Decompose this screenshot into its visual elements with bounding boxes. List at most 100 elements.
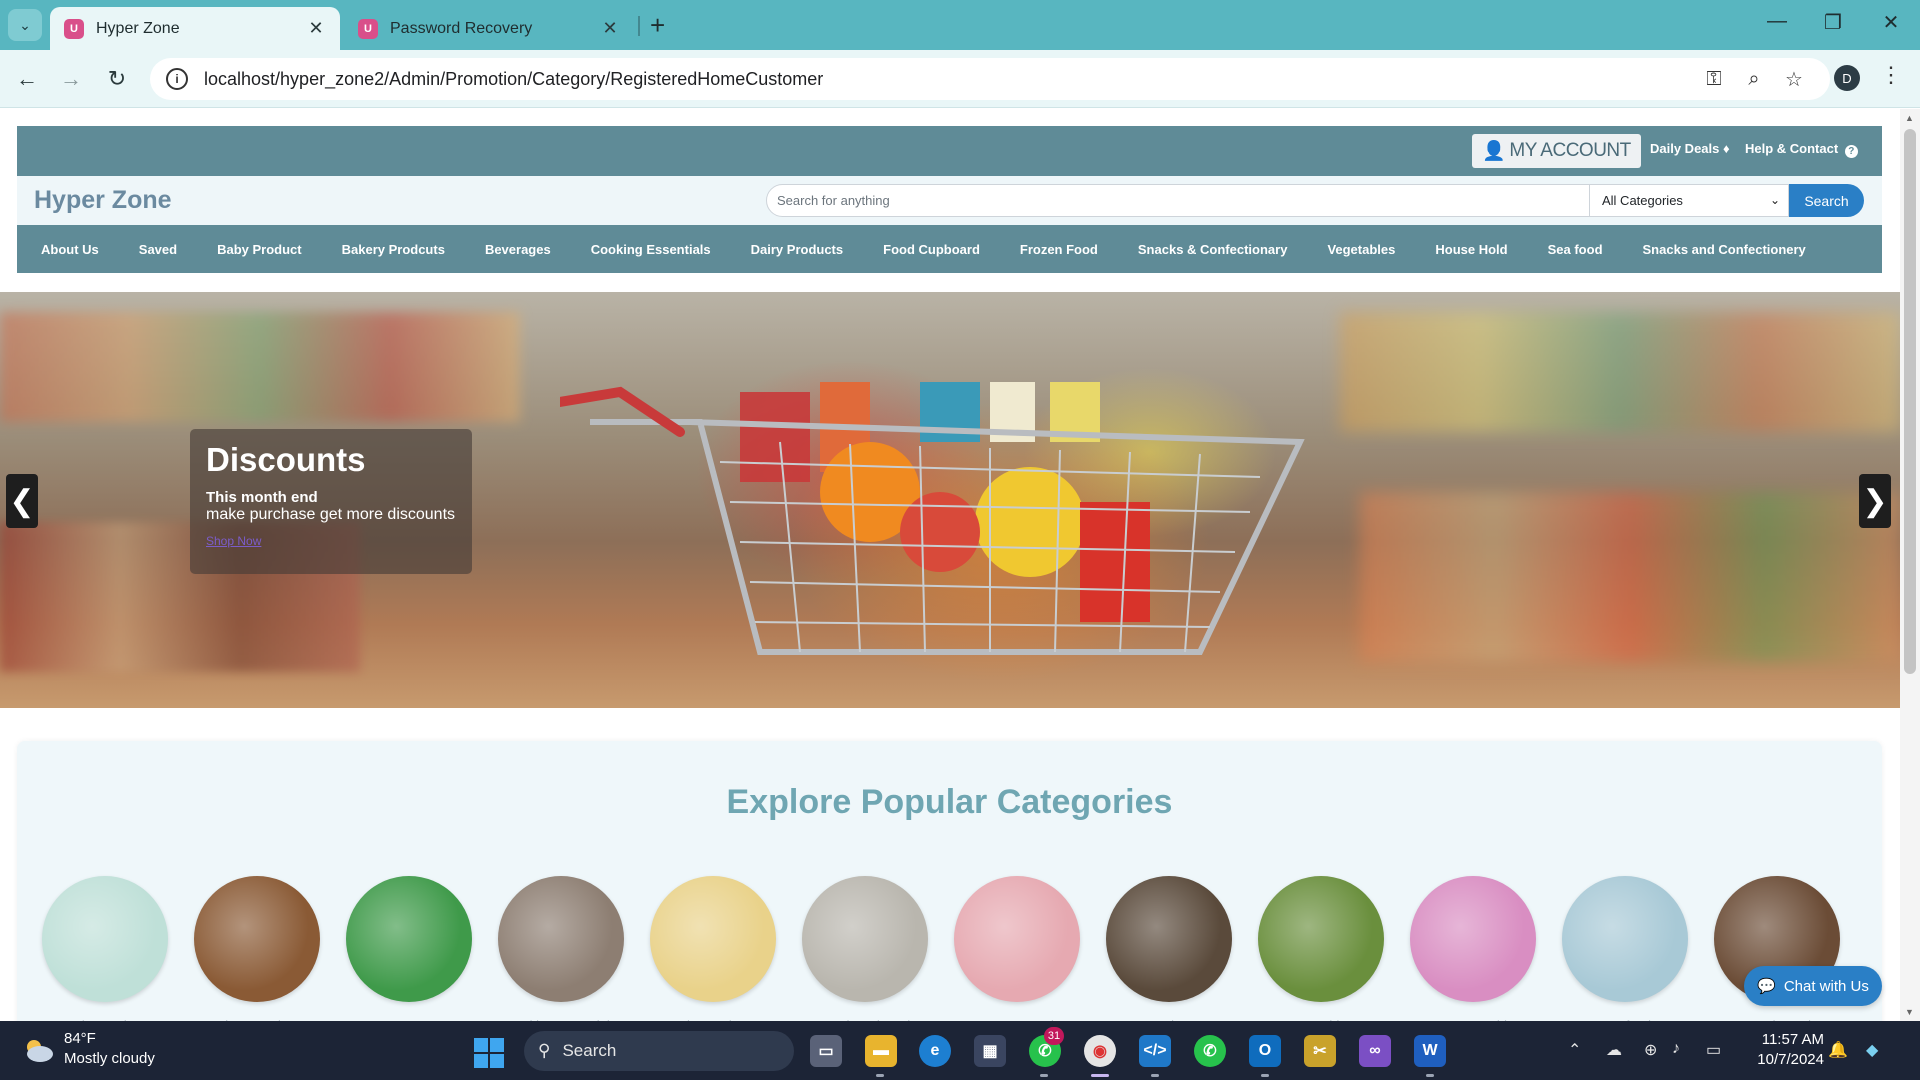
site-info-icon[interactable]: i (166, 68, 188, 90)
tab-hyper-zone[interactable]: U Hyper Zone ✕ (50, 7, 340, 50)
category-card[interactable]: Food Cupboard (801, 876, 929, 1021)
reload-button[interactable]: ↻ (102, 64, 132, 94)
category-card[interactable]: House Hold (1409, 876, 1537, 1021)
carousel-next-button[interactable]: ❯ (1859, 474, 1891, 528)
running-indicator (1426, 1074, 1434, 1077)
category-card[interactable]: Sea food (1561, 876, 1689, 1021)
visual-studio-icon[interactable]: ∞ (1359, 1035, 1391, 1067)
category-card[interactable]: Beverages (345, 876, 473, 1021)
nav-item-baby-product[interactable]: Baby Product (197, 242, 322, 257)
nav-item-about-us[interactable]: About Us (21, 242, 119, 257)
category-card[interactable]: Vegetables (1257, 876, 1385, 1021)
onedrive-icon[interactable]: ☁ (1606, 1040, 1622, 1060)
help-contact-link[interactable]: Help & Contact ? (1745, 141, 1858, 158)
copilot-icon[interactable]: ◆ (1866, 1040, 1878, 1060)
tab-list-button[interactable]: ⌄ (8, 9, 42, 41)
close-window-button[interactable]: ✕ (1871, 10, 1911, 35)
category-card[interactable]: Dairy Products (649, 876, 777, 1021)
chevron-up-icon[interactable]: ⌃ (1568, 1040, 1581, 1060)
address-bar[interactable]: i localhost/hyper_zone2/Admin/Promotion/… (150, 58, 1830, 100)
close-icon[interactable]: ✕ (306, 18, 326, 39)
bookmark-star-icon[interactable]: ☆ (1774, 67, 1814, 92)
category-image[interactable] (346, 876, 472, 1002)
my-account-button[interactable]: 👤 MY ACCOUNT (1472, 134, 1641, 168)
whatsapp-web-icon[interactable]: ✆ (1194, 1035, 1226, 1067)
restore-button[interactable]: ❐ (1813, 10, 1853, 35)
edge-icon[interactable]: e (919, 1035, 951, 1067)
nav-item-cooking-essentials[interactable]: Cooking Essentials (571, 242, 731, 257)
shelf-image (1340, 312, 1900, 432)
search-input[interactable]: Search for anything (766, 184, 1590, 217)
outlook-icon[interactable]: O (1249, 1035, 1281, 1067)
chrome-icon[interactable]: ◉ (1084, 1035, 1116, 1067)
volume-icon[interactable]: ♪ (1672, 1040, 1680, 1058)
nav-item-bakery[interactable]: Bakery Prodcuts (322, 242, 465, 257)
category-image[interactable] (1258, 876, 1384, 1002)
clock-time[interactable]: 11:57 AM (1746, 1031, 1824, 1048)
nav-item-vegetables[interactable]: Vegetables (1307, 242, 1415, 257)
windows-start-icon[interactable] (474, 1038, 504, 1068)
category-image[interactable] (498, 876, 624, 1002)
category-image[interactable] (1106, 876, 1232, 1002)
back-button[interactable]: ← (12, 64, 42, 94)
task-view-icon[interactable]: ▭ (810, 1035, 842, 1067)
weather-description[interactable]: Mostly cloudy (64, 1050, 155, 1067)
nav-item-sea-food[interactable]: Sea food (1528, 242, 1623, 257)
store-icon[interactable]: ▦ (974, 1035, 1006, 1067)
cloud-icon (27, 1040, 53, 1062)
nav-item-frozen-food[interactable]: Frozen Food (1000, 242, 1118, 257)
daily-deals-link[interactable]: Daily Deals ♦ (1650, 141, 1730, 156)
category-image[interactable] (42, 876, 168, 1002)
minimize-button[interactable]: — (1757, 10, 1797, 33)
language-icon[interactable]: ⊕ (1644, 1040, 1657, 1060)
nav-item-snacks-confectionary[interactable]: Snacks & Confectionary (1118, 242, 1308, 257)
category-image[interactable] (954, 876, 1080, 1002)
scroll-down-icon[interactable]: ▼ (1905, 1007, 1914, 1017)
carousel-prev-button[interactable]: ❮ (6, 474, 38, 528)
snipping-tool-icon[interactable]: ✂ (1304, 1035, 1336, 1067)
category-card[interactable]: Cooking Essentials (497, 876, 625, 1021)
search-button[interactable]: Search (1789, 184, 1864, 217)
nav-item-beverages[interactable]: Beverages (465, 242, 571, 257)
url-text[interactable]: localhost/hyper_zone2/Admin/Promotion/Ca… (204, 69, 1694, 90)
vscode-icon[interactable]: </> (1139, 1035, 1171, 1067)
clock-date[interactable]: 10/7/2024 (1746, 1051, 1824, 1068)
category-image[interactable] (194, 876, 320, 1002)
scrollbar-thumb[interactable] (1904, 129, 1916, 674)
file-explorer-icon[interactable]: ▬ (865, 1035, 897, 1067)
scroll-up-icon[interactable]: ▲ (1905, 113, 1914, 123)
brand-logo[interactable]: Hyper Zone (34, 186, 172, 215)
category-card[interactable]: Baby Product (41, 876, 169, 1021)
help-contact-label: Help & Contact (1745, 141, 1839, 156)
category-card[interactable]: Snacks & (1105, 876, 1233, 1021)
nav-item-saved[interactable]: Saved (119, 242, 197, 257)
nav-item-house-hold[interactable]: House Hold (1415, 242, 1527, 257)
running-indicator (1151, 1074, 1159, 1077)
category-card[interactable]: Frozen Food (953, 876, 1081, 1021)
category-select[interactable]: All Categories ⌄ (1589, 184, 1789, 217)
category-image[interactable] (1410, 876, 1536, 1002)
close-icon[interactable]: ✕ (600, 18, 620, 39)
new-tab-button[interactable]: + (650, 10, 665, 41)
battery-icon[interactable]: ▭ (1706, 1040, 1721, 1060)
category-image[interactable] (650, 876, 776, 1002)
chat-button[interactable]: 💬 Chat with Us (1744, 966, 1882, 1006)
taskbar-search[interactable]: ⚲ Search (524, 1031, 794, 1071)
notification-bell-icon[interactable]: 🔔 (1828, 1040, 1848, 1060)
nav-item-dairy-products[interactable]: Dairy Products (731, 242, 863, 257)
page-scrollbar[interactable]: ▲ ▼ (1900, 109, 1920, 1021)
nav-item-snacks-and-confectionery[interactable]: Snacks and Confectionery (1623, 242, 1826, 257)
nav-item-food-cupboard[interactable]: Food Cupboard (863, 242, 1000, 257)
shop-now-link[interactable]: Shop Now (206, 534, 456, 548)
word-icon[interactable]: W (1414, 1035, 1446, 1067)
tab-password-recovery[interactable]: U Password Recovery ✕ (344, 7, 634, 50)
category-image[interactable] (1562, 876, 1688, 1002)
profile-avatar[interactable]: D (1834, 65, 1860, 91)
password-key-icon[interactable]: ⚿ (1694, 68, 1734, 91)
forward-button[interactable]: → (56, 64, 86, 94)
category-image[interactable] (802, 876, 928, 1002)
browser-menu-icon[interactable]: ⋮ (1880, 62, 1902, 88)
category-card[interactable]: Bakery Prodcuts (193, 876, 321, 1021)
zoom-icon[interactable]: ⌕ (1734, 68, 1774, 91)
weather-temperature[interactable]: 84°F (64, 1030, 96, 1047)
